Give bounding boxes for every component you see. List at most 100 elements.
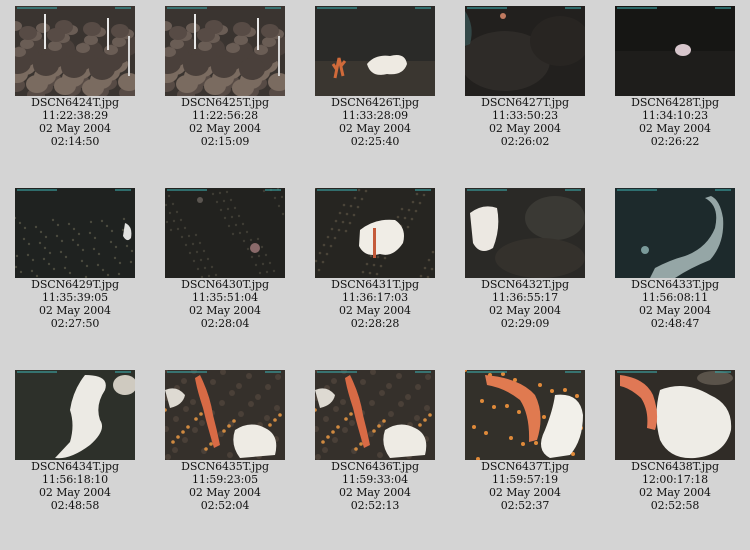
- caption-filename: DSCN6432T.jpg: [481, 278, 569, 291]
- thumbnail-image[interactable]: [165, 370, 285, 460]
- thumbnail-caption: DSCN6430T.jpg 11:35:51:04 02 May 2004 02:28…: [150, 278, 300, 330]
- caption-timecode: 11:22:38:29: [41, 109, 108, 122]
- thumbnail-image[interactable]: [465, 6, 585, 96]
- caption-timecode: 11:56:18:10: [41, 473, 108, 486]
- thumbnail-image[interactable]: [15, 188, 135, 278]
- thumbnail-image[interactable]: [315, 188, 435, 278]
- caption-filename: DSCN6436T.jpg: [331, 460, 419, 473]
- caption-date: 02 May 2004: [639, 486, 711, 499]
- gallery-item: DSCN6435T.jpg 11:59:23:05 02 May 2004 02:52…: [150, 370, 300, 530]
- caption-timecode: 11:33:28:09: [341, 109, 408, 122]
- caption-date: 02 May 2004: [39, 304, 111, 317]
- caption-elapsed-time: 02:48:47: [650, 317, 700, 330]
- thumbnail-caption: DSCN6437T.jpg 11:59:57:19 02 May 2004 02:52…: [450, 460, 600, 512]
- caption-filename: DSCN6425T.jpg: [181, 96, 269, 109]
- caption-elapsed-time: 02:26:22: [650, 135, 700, 148]
- gallery-item: DSCN6437T.jpg 11:59:57:19 02 May 2004 02:52…: [450, 370, 600, 530]
- caption-filename: DSCN6438T.jpg: [631, 460, 719, 473]
- caption-timecode: 11:36:17:03: [341, 291, 408, 304]
- thumbnail-caption: DSCN6433T.jpg 11:56:08:11 02 May 2004 02:48…: [600, 278, 750, 330]
- caption-elapsed-time: 02:29:09: [500, 317, 550, 330]
- thumbnail-image[interactable]: [15, 370, 135, 460]
- caption-elapsed-time: 02:52:37: [500, 499, 550, 512]
- thumbnail-image[interactable]: [465, 188, 585, 278]
- gallery-item: DSCN6438T.jpg 12:00:17:18 02 May 2004 02:52…: [600, 370, 750, 530]
- caption-timecode: 12:00:17:18: [641, 473, 708, 486]
- thumbnail-image[interactable]: [15, 6, 135, 96]
- caption-date: 02 May 2004: [339, 122, 411, 135]
- caption-filename: DSCN6426T.jpg: [331, 96, 419, 109]
- thumbnail-caption: DSCN6438T.jpg 12:00:17:18 02 May 2004 02:52…: [600, 460, 750, 512]
- caption-date: 02 May 2004: [489, 122, 561, 135]
- caption-timecode: 11:59:33:04: [341, 473, 408, 486]
- caption-date: 02 May 2004: [339, 304, 411, 317]
- caption-filename: DSCN6433T.jpg: [631, 278, 719, 291]
- thumbnail-caption: DSCN6435T.jpg 11:59:23:05 02 May 2004 02:52…: [150, 460, 300, 512]
- thumbnail-caption: DSCN6429T.jpg 11:35:39:05 02 May 2004 02:27…: [0, 278, 150, 330]
- thumbnail-caption: DSCN6425T.jpg 11:22:56:28 02 May 2004 02:15…: [150, 96, 300, 148]
- caption-date: 02 May 2004: [189, 304, 261, 317]
- caption-date: 02 May 2004: [489, 486, 561, 499]
- caption-timecode: 11:36:55:17: [491, 291, 558, 304]
- caption-filename: DSCN6437T.jpg: [481, 460, 569, 473]
- caption-filename: DSCN6434T.jpg: [31, 460, 119, 473]
- gallery-item: DSCN6434T.jpg 11:56:18:10 02 May 2004 02:48…: [0, 370, 150, 530]
- caption-elapsed-time: 02:14:50: [50, 135, 100, 148]
- caption-date: 02 May 2004: [489, 304, 561, 317]
- gallery-item: DSCN6436T.jpg 11:59:33:04 02 May 2004 02:52…: [300, 370, 450, 530]
- caption-date: 02 May 2004: [639, 304, 711, 317]
- gallery-item: DSCN6433T.jpg 11:56:08:11 02 May 2004 02:48…: [600, 188, 750, 348]
- caption-elapsed-time: 02:26:02: [500, 135, 550, 148]
- thumbnail-caption: DSCN6436T.jpg 11:59:33:04 02 May 2004 02:52…: [300, 460, 450, 512]
- thumbnail-image[interactable]: [315, 370, 435, 460]
- caption-timecode: 11:35:39:05: [41, 291, 108, 304]
- gallery-item: DSCN6428T.jpg 11:34:10:23 02 May 2004 02:26…: [600, 6, 750, 166]
- caption-filename: DSCN6429T.jpg: [31, 278, 119, 291]
- caption-elapsed-time: 02:48:58: [50, 499, 100, 512]
- caption-timecode: 11:59:23:05: [191, 473, 258, 486]
- caption-filename: DSCN6430T.jpg: [181, 278, 269, 291]
- caption-filename: DSCN6424T.jpg: [31, 96, 119, 109]
- gallery-item: DSCN6429T.jpg 11:35:39:05 02 May 2004 02:27…: [0, 188, 150, 348]
- gallery-item: DSCN6430T.jpg 11:35:51:04 02 May 2004 02:28…: [150, 188, 300, 348]
- caption-timecode: 11:33:50:23: [491, 109, 558, 122]
- caption-date: 02 May 2004: [189, 122, 261, 135]
- caption-timecode: 11:56:08:11: [641, 291, 708, 304]
- caption-elapsed-time: 02:52:58: [650, 499, 700, 512]
- caption-date: 02 May 2004: [39, 486, 111, 499]
- caption-elapsed-time: 02:52:13: [350, 499, 400, 512]
- gallery-item: DSCN6431T.jpg 11:36:17:03 02 May 2004 02:28…: [300, 188, 450, 348]
- caption-date: 02 May 2004: [39, 122, 111, 135]
- caption-timecode: 11:34:10:23: [641, 109, 708, 122]
- thumbnail-image[interactable]: [615, 188, 735, 278]
- caption-filename: DSCN6435T.jpg: [181, 460, 269, 473]
- thumbnail-caption: DSCN6428T.jpg 11:34:10:23 02 May 2004 02:26…: [600, 96, 750, 148]
- thumbnail-image[interactable]: [165, 6, 285, 96]
- caption-filename: DSCN6428T.jpg: [631, 96, 719, 109]
- gallery-item: DSCN6425T.jpg 11:22:56:28 02 May 2004 02:15…: [150, 6, 300, 166]
- gallery-item: DSCN6427T.jpg 11:33:50:23 02 May 2004 02:26…: [450, 6, 600, 166]
- caption-date: 02 May 2004: [189, 486, 261, 499]
- caption-filename: DSCN6427T.jpg: [481, 96, 569, 109]
- thumbnail-image[interactable]: [615, 6, 735, 96]
- thumbnail-caption: DSCN6431T.jpg 11:36:17:03 02 May 2004 02:28…: [300, 278, 450, 330]
- caption-date: 02 May 2004: [339, 486, 411, 499]
- thumbnail-image[interactable]: [315, 6, 435, 96]
- caption-elapsed-time: 02:28:28: [350, 317, 400, 330]
- caption-timecode: 11:35:51:04: [191, 291, 258, 304]
- gallery-item: DSCN6426T.jpg 11:33:28:09 02 May 2004 02:25…: [300, 6, 450, 166]
- thumbnail-image[interactable]: [465, 370, 585, 460]
- thumbnail-caption: DSCN6434T.jpg 11:56:18:10 02 May 2004 02:48…: [0, 460, 150, 512]
- thumbnail-caption: DSCN6426T.jpg 11:33:28:09 02 May 2004 02:25…: [300, 96, 450, 148]
- thumbnail-image[interactable]: [165, 188, 285, 278]
- thumbnail-image[interactable]: [615, 370, 735, 460]
- caption-timecode: 11:22:56:28: [191, 109, 258, 122]
- caption-date: 02 May 2004: [639, 122, 711, 135]
- caption-timecode: 11:59:57:19: [491, 473, 558, 486]
- gallery-item: DSCN6432T.jpg 11:36:55:17 02 May 2004 02:29…: [450, 188, 600, 348]
- caption-elapsed-time: 02:15:09: [200, 135, 250, 148]
- caption-elapsed-time: 02:27:50: [50, 317, 100, 330]
- thumbnail-caption: DSCN6427T.jpg 11:33:50:23 02 May 2004 02:26…: [450, 96, 600, 148]
- caption-elapsed-time: 02:25:40: [350, 135, 400, 148]
- thumbnail-caption: DSCN6424T.jpg 11:22:38:29 02 May 2004 02:14…: [0, 96, 150, 148]
